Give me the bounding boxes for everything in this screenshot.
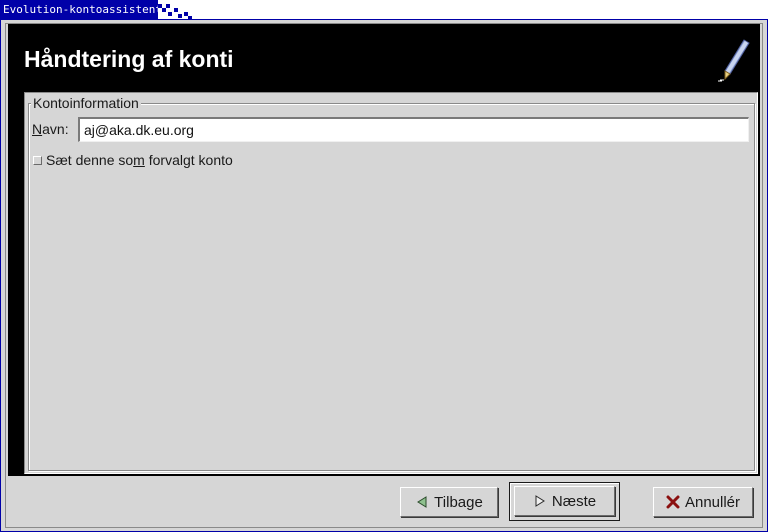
name-label: Navn: [32, 120, 69, 138]
name-input[interactable] [78, 117, 749, 142]
pen-icon [718, 39, 750, 82]
checkbox-label-end: forvalgt konto [144, 152, 233, 168]
page-title: Håndtering af konti [24, 46, 234, 72]
title-bar[interactable]: Evolution-kontoassistent [0, 0, 768, 20]
window-title: Evolution-kontoassistent [0, 0, 158, 19]
close-x-icon [666, 495, 680, 509]
back-button-label: Tilbage [434, 493, 483, 511]
cancel-button-label: Annullér [684, 493, 741, 511]
title-bar-decoration [158, 0, 194, 19]
checkbox-label-start: Sæt denne so [46, 152, 134, 168]
name-label-accel: N [32, 121, 43, 137]
default-account-checkbox-label: Sæt denne som forvalgt konto [46, 151, 233, 169]
default-account-checkbox-box[interactable] [33, 156, 42, 165]
name-label-text: avn: [42, 121, 69, 137]
triangle-right-icon [535, 495, 545, 507]
checkbox-label-accel: m [133, 152, 145, 168]
triangle-left-icon [417, 496, 427, 508]
back-button[interactable]: Tilbage [400, 487, 498, 517]
next-button[interactable]: Næste [514, 486, 615, 516]
next-button-label: Næste [551, 492, 597, 510]
account-info-legend: Kontoinformation [31, 94, 141, 112]
cancel-button[interactable]: Annullér [653, 487, 753, 517]
